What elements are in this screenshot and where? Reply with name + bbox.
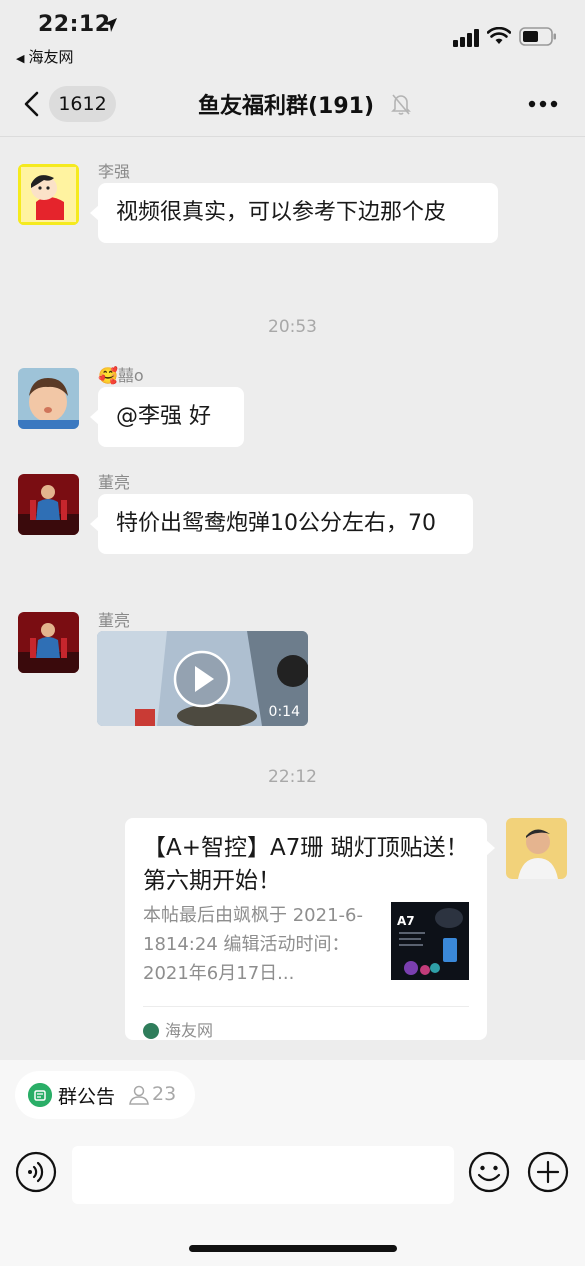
back-triangle-icon: ◀ bbox=[16, 52, 25, 65]
location-arrow-icon bbox=[103, 18, 117, 32]
back-app-label: 海友网 bbox=[28, 48, 74, 66]
mute-bell-icon bbox=[391, 94, 411, 115]
message-bubble[interactable]: 视频很真实，可以参考下边那个皮 bbox=[90, 183, 498, 243]
link-source-label: 海友网 bbox=[165, 1021, 214, 1040]
nav-bar: 1612 鱼友福利群(191) bbox=[0, 72, 585, 137]
unread-count-badge[interactable]: 1612 bbox=[49, 86, 116, 122]
man-photo-avatar bbox=[18, 612, 79, 673]
timestamp: 20:53 bbox=[268, 317, 317, 337]
sender-name: 李强 bbox=[98, 162, 131, 181]
message-bubble[interactable]: @李强 好 bbox=[90, 387, 244, 447]
play-icon[interactable] bbox=[172, 649, 232, 709]
message-text: 特价出鸳鸯炮弹10公分左右，70 bbox=[116, 511, 436, 536]
group-notice-button[interactable]: 群公告 23 bbox=[15, 1071, 195, 1119]
message-input[interactable] bbox=[72, 1146, 454, 1204]
link-source: 海友网 bbox=[143, 1006, 469, 1047]
back-chevron-icon[interactable] bbox=[22, 90, 42, 118]
video-duration: 0:14 bbox=[268, 704, 300, 720]
man-photo-avatar bbox=[18, 474, 79, 535]
link-title: 【A+智控】A7珊 瑚灯顶贴送！第六期开始！ bbox=[143, 835, 469, 894]
group-notice-label: 群公告 bbox=[58, 1086, 116, 1108]
baby-photo-avatar bbox=[18, 368, 79, 429]
avatar-dong-liang[interactable] bbox=[18, 474, 79, 535]
cartoon-avatar-icon bbox=[18, 164, 79, 225]
person-icon bbox=[129, 1085, 149, 1105]
bottom-area: 群公告 23 bbox=[0, 1060, 585, 1266]
sender-name: 董亮 bbox=[98, 473, 131, 492]
avatar-li-qiang[interactable] bbox=[18, 164, 79, 225]
emoji-icon[interactable] bbox=[468, 1151, 510, 1193]
link-description: 本帖最后由飒枫于 2021-6-1814:24 编辑活动时间：2021年6月17… bbox=[143, 905, 363, 984]
more-icon[interactable] bbox=[528, 100, 558, 108]
back-to-app-link[interactable]: ◀ 海友网 bbox=[16, 46, 73, 67]
message-text: @李强 好 bbox=[116, 404, 211, 429]
message-text: 视频很真实，可以参考下边那个皮 bbox=[116, 200, 447, 225]
home-indicator[interactable] bbox=[189, 1245, 397, 1252]
wifi-icon bbox=[487, 27, 511, 44]
status-time: 22:12 bbox=[38, 12, 111, 37]
avatar-dong-liang[interactable] bbox=[18, 612, 79, 673]
chat-title[interactable]: 鱼友福利群(191) bbox=[198, 88, 374, 120]
site-logo-icon bbox=[143, 1023, 159, 1039]
sender-name: 🥰囍o bbox=[98, 366, 144, 385]
voice-icon[interactable] bbox=[15, 1151, 57, 1193]
sender-name: 董亮 bbox=[98, 611, 131, 630]
battery-icon bbox=[519, 27, 556, 46]
timestamp: 22:12 bbox=[268, 767, 317, 787]
message-bubble[interactable]: 特价出鸳鸯炮弹10公分左右，70 bbox=[90, 494, 473, 554]
avatar-xi-o[interactable] bbox=[18, 368, 79, 429]
video-message[interactable]: 0:14 bbox=[97, 631, 308, 726]
signal-icon bbox=[453, 29, 479, 47]
plus-icon[interactable] bbox=[527, 1151, 569, 1193]
chat-area[interactable]: 李强 视频很真实，可以参考下边那个皮 20:53 🥰囍o @李强 好 董亮 特价… bbox=[0, 138, 585, 1060]
status-bar: 22:12 ◀ 海友网 bbox=[0, 0, 585, 72]
avatar-self[interactable] bbox=[506, 818, 567, 879]
self-photo-avatar bbox=[506, 818, 567, 879]
link-card[interactable]: 【A+智控】A7珊 瑚灯顶贴送！第六期开始！ 本帖最后由飒枫于 2021-6-1… bbox=[125, 818, 495, 1040]
notice-icon bbox=[28, 1083, 52, 1107]
link-thumbnail-label: A7 bbox=[397, 914, 415, 928]
link-thumbnail: A7 bbox=[391, 902, 469, 980]
notice-count: 23 bbox=[152, 1083, 177, 1105]
